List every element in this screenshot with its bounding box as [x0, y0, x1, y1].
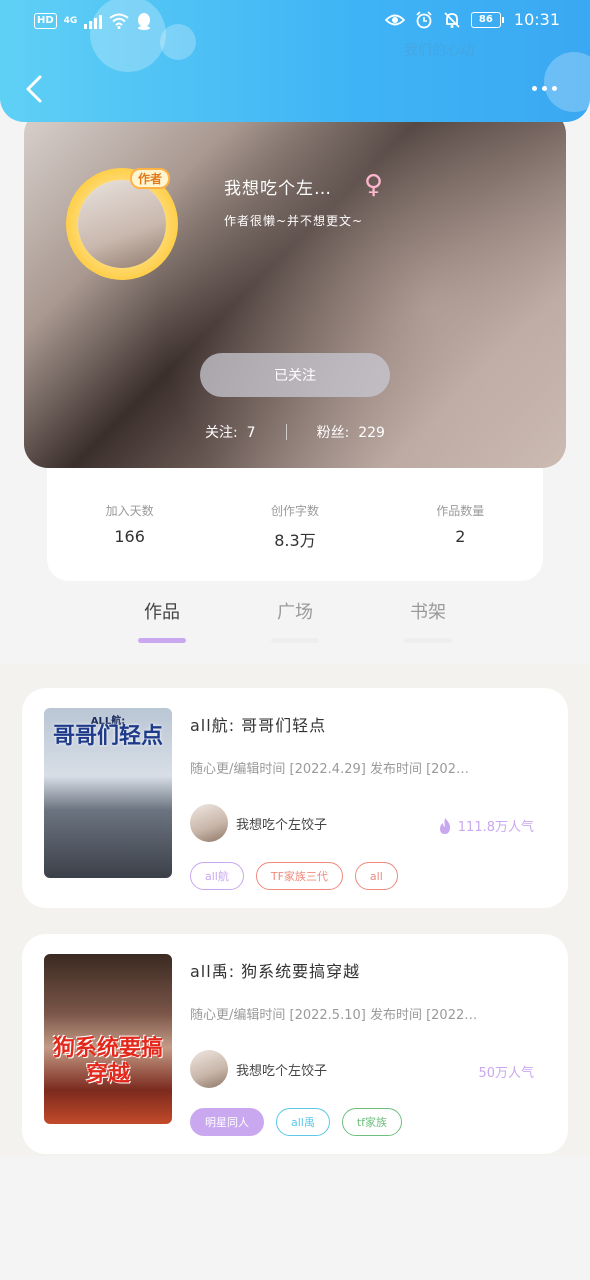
- tab-square[interactable]: 广场: [255, 598, 335, 643]
- cover-title: 哥哥们轻点: [52, 724, 163, 749]
- battery-icon: 86: [470, 11, 504, 28]
- stat-value: 166: [114, 527, 145, 546]
- divider: [285, 424, 287, 440]
- book-cover[interactable]: ALL航: 哥哥们轻点: [44, 708, 172, 878]
- author-bio: 作者很懒~并不想更文~: [224, 214, 364, 228]
- popularity: 50万人气: [478, 1062, 534, 1081]
- fans-count[interactable]: 粉丝: 229: [317, 422, 385, 442]
- author-badge: 作者: [130, 168, 171, 189]
- fans-value: 229: [358, 425, 385, 441]
- stat-word-count: 创作字数 8.3万: [215, 502, 375, 551]
- tag-list: 明星同人 all禹 tf家族: [190, 1108, 403, 1136]
- tab-label: 作品: [144, 602, 180, 623]
- popularity: 111.8万人气: [438, 816, 534, 835]
- avatar: [190, 1050, 228, 1088]
- stat-label: 作品数量: [436, 504, 485, 518]
- book-card[interactable]: ALL航: 哥哥们轻点 all航: 哥哥们轻点 随心更/编辑时间 [2022.4…: [22, 688, 568, 908]
- profile-card: 作者 我想吃个左… ♀ 作者很懒~并不想更文~ 已关注 关注: 7 粉丝: 22…: [24, 110, 566, 468]
- tab-indicator: [404, 638, 452, 643]
- book-author[interactable]: 我想吃个左饺子: [190, 804, 327, 842]
- following-value: 7: [246, 425, 256, 441]
- stat-label: 加入天数: [105, 504, 154, 518]
- author-name: 我想吃个左…: [224, 179, 332, 199]
- popularity-value: 50万人气: [478, 1066, 534, 1081]
- cover-title: 狗系统要搞穿越: [52, 1036, 163, 1087]
- stat-join-days: 加入天数 166: [50, 502, 210, 546]
- tab-indicator: [138, 638, 186, 643]
- tag-chip[interactable]: all: [354, 862, 398, 890]
- book-meta: 随心更/编辑时间 [2022.4.29] 发布时间 [202…: [190, 762, 469, 777]
- tab-works[interactable]: 作品: [122, 598, 202, 643]
- network-type: 4G: [63, 16, 78, 26]
- tab-label: 书架: [410, 602, 446, 623]
- tab-label: 广场: [277, 602, 313, 623]
- book-cover[interactable]: 狗系统要搞穿越: [44, 954, 172, 1124]
- book-meta: 随心更/编辑时间 [2022.5.10] 发布时间 [2022…: [190, 1008, 478, 1023]
- author-name: 我想吃个左饺子: [236, 1063, 328, 1079]
- stat-works-count: 作品数量 2: [380, 502, 540, 546]
- eye-icon: [384, 14, 405, 25]
- battery-level: 86: [470, 11, 501, 28]
- alarm-icon: [416, 10, 432, 28]
- mute-bell-icon: [444, 11, 460, 28]
- tag-chip[interactable]: all禹: [276, 1108, 330, 1136]
- more-options-icon[interactable]: [532, 86, 562, 94]
- tag-chip[interactable]: all航: [190, 862, 244, 890]
- avatar: [190, 804, 228, 842]
- decor-bubble: [544, 52, 590, 112]
- tag-chip[interactable]: TF家族三代: [255, 862, 343, 890]
- stat-value: 8.3万: [274, 531, 316, 550]
- book-author[interactable]: 我想吃个左饺子: [190, 1050, 327, 1088]
- status-bar: HD 4G 86 10:31: [0, 0, 590, 44]
- stat-value: 2: [455, 527, 466, 546]
- tag-list: all航 TF家族三代 all: [190, 862, 398, 890]
- signal-icon: [84, 13, 103, 29]
- tag-chip[interactable]: tf家族: [341, 1108, 403, 1136]
- flame-icon: [439, 817, 450, 834]
- qq-icon: [138, 13, 151, 30]
- book-card[interactable]: 狗系统要搞穿越 all禹: 狗系统要搞穿越 随心更/编辑时间 [2022.5.1…: [22, 934, 568, 1154]
- tab-bar: 作品 广场 书架: [0, 598, 590, 662]
- followed-button[interactable]: 已关注: [200, 353, 390, 397]
- stat-label: 创作字数: [270, 504, 319, 518]
- back-arrow-icon[interactable]: [22, 74, 46, 104]
- popularity-value: 111.8万人气: [457, 820, 534, 835]
- clock: 10:31: [513, 10, 560, 29]
- book-title[interactable]: all禹: 狗系统要搞穿越: [190, 958, 360, 982]
- tab-indicator: [271, 638, 319, 643]
- hd-indicator: HD: [34, 13, 57, 29]
- female-gender-icon: ♀: [364, 170, 384, 200]
- follow-counts: 关注: 7 粉丝: 229: [24, 422, 566, 442]
- author-stats: 加入天数 166 创作字数 8.3万 作品数量 2: [47, 468, 543, 581]
- following-count[interactable]: 关注: 7: [205, 422, 256, 442]
- following-label: 关注:: [205, 425, 238, 441]
- tab-bookshelf[interactable]: 书架: [388, 598, 468, 643]
- wifi-icon: [109, 13, 129, 29]
- author-name: 我想吃个左饺子: [236, 817, 328, 833]
- author-avatar[interactable]: 作者: [64, 160, 184, 280]
- tag-chip[interactable]: 明星同人: [190, 1108, 264, 1136]
- book-title[interactable]: all航: 哥哥们轻点: [190, 712, 326, 736]
- avatar-photo: [78, 180, 166, 268]
- fans-label: 粉丝:: [316, 425, 350, 441]
